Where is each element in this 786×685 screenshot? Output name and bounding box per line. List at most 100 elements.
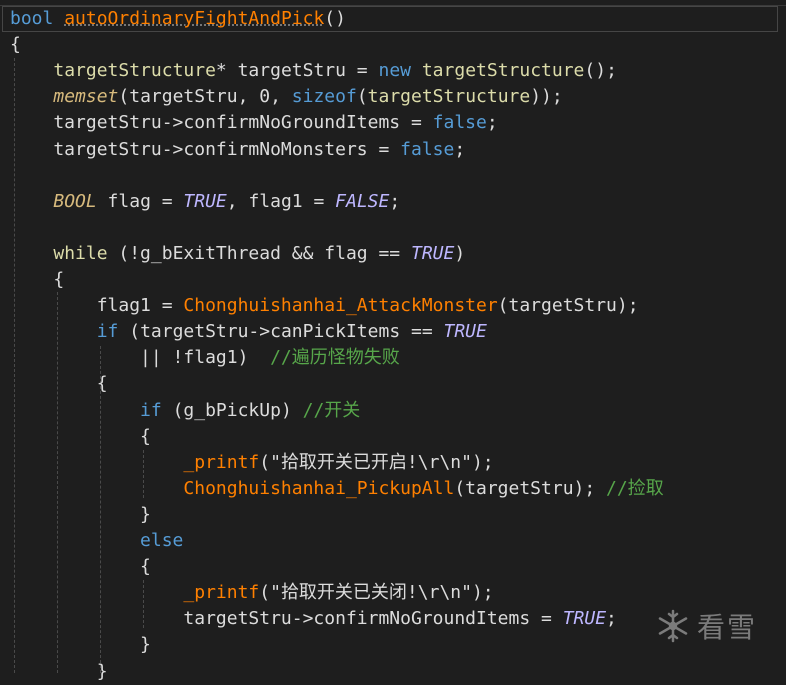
code-token: { [10,269,65,290]
code-token: ; [454,138,466,160]
code-line[interactable]: } [10,632,151,658]
code-line[interactable]: } [10,659,108,685]
code-line[interactable]: memset(targetStru, 0, sizeof(targetStruc… [10,84,563,110]
code-line[interactable]: { [10,371,108,397]
code-token: } [10,503,151,525]
code-token: ; [389,190,401,212]
code-token: (" [259,582,281,604]
code-token: 拾取开关已开启!\r\n [280,451,462,473]
code-token: TRUE [183,190,227,212]
code-line[interactable]: { [10,554,151,580]
code-token: bool [10,8,54,29]
code-token: sizeof [291,86,357,108]
code-token: while [53,242,108,264]
code-line[interactable]: Chonghuishanhai_PickupAll(targetStru); /… [10,476,664,502]
code-token: { [10,34,21,56]
code-token: * targetStru = [215,60,379,82]
code-token: () [324,8,346,29]
code-token: else [140,530,184,551]
code-token: autoOrdinaryFightAndPick [64,8,325,29]
code-token: (targetStru); [454,477,607,499]
code-line[interactable]: || !flag1) //遍历怪物失败 [10,345,400,371]
code-token: if [140,399,162,421]
code-line[interactable]: } [10,502,151,528]
code-token: ( [356,86,368,108]
code-line[interactable]: targetStructure* targetStru = new target… [10,58,617,84]
code-line[interactable]: while (!g_bExitThread && flag == TRUE) [10,241,465,267]
code-line[interactable]: _printf("拾取开关已开启!\r\n"); [10,450,494,476]
code-line[interactable]: flag1 = Chonghuishanhai_AttackMonster(ta… [10,293,639,319]
code-token: targetStructure [421,60,585,82]
code-line[interactable]: else [10,528,183,554]
code-token: "); [461,582,494,604]
code-token: flag1 = [10,295,184,317]
code-token: BOOL [53,190,97,212]
code-token: //捡取 [606,477,664,499]
code-token: || !flag1) [10,347,271,369]
code-token: //开关 [302,399,361,421]
code-token: TRUE [562,608,607,630]
code-line[interactable]: _printf("拾取开关已关闭!\r\n"); [10,580,494,606]
code-token: { [10,556,151,578]
code-token: TRUE [443,321,487,343]
code-line[interactable]: { [10,424,151,450]
code-token: , flag1 = [226,190,336,212]
code-line[interactable]: targetStru->confirmNoGroundItems = false… [10,110,498,136]
code-token: targetStru->confirmNoGroundItems = [10,608,563,630]
code-line[interactable]: BOOL flag = TRUE, flag1 = FALSE; [10,189,400,215]
code-token: ; [486,112,498,134]
code-token: (g_bPickUp) [161,399,303,421]
code-token: false [432,112,487,134]
code-token: Chonghuishanhai_PickupAll [183,477,455,499]
code-line[interactable]: targetStru->confirmNoMonsters = false; [10,137,465,163]
code-token: _printf [183,451,260,473]
code-token: (targetStru, 0, [118,86,292,108]
code-token: (targetStru); [497,295,639,317]
code-token: (targetStru->canPickItems == [118,321,444,343]
code-token: memset [53,86,119,108]
code-token: (" [259,451,281,473]
code-token: } [10,634,151,656]
code-token: targetStru->confirmNoMonsters = [10,138,401,160]
watermark-text: 看雪 [697,611,758,644]
code-token: } [10,660,108,682]
code-line[interactable]: { [10,267,64,293]
code-token: FALSE [335,190,390,212]
code-line[interactable]: targetStru->confirmNoGroundItems = TRUE; [10,606,617,632]
code-line[interactable]: if (targetStru->canPickItems == TRUE [10,319,487,345]
code-token: new [378,60,411,82]
code-token: (); [584,60,617,82]
code-line[interactable]: { [10,32,21,58]
code-token: )); [530,86,563,108]
code-token: targetStru->confirmNoGroundItems = [10,112,433,134]
code-token: targetStructure [53,60,216,82]
code-token: "); [461,451,494,473]
code-token: 拾取开关已关闭!\r\n [280,582,462,604]
code-token: { [10,425,151,447]
code-line[interactable]: bool autoOrdinaryFightAndPick() [10,6,346,32]
code-token: flag = [96,190,184,212]
code-token: //遍历怪物失败 [270,347,400,369]
code-editor[interactable]: bool autoOrdinaryFightAndPick(){ targetS… [0,0,786,682]
snowflake-icon [658,609,688,643]
code-token: (!g_bExitThread && flag == [107,242,411,264]
watermark: 看雪 [655,604,775,648]
code-token: { [10,373,108,395]
code-token: ) [454,242,466,264]
code-token: if [96,321,119,343]
code-token: _printf [183,582,260,604]
code-token: targetStructure [367,86,531,108]
code-token: ; [606,608,617,630]
code-token: false [400,138,455,160]
code-line[interactable]: if (g_bPickUp) //开关 [10,398,360,424]
